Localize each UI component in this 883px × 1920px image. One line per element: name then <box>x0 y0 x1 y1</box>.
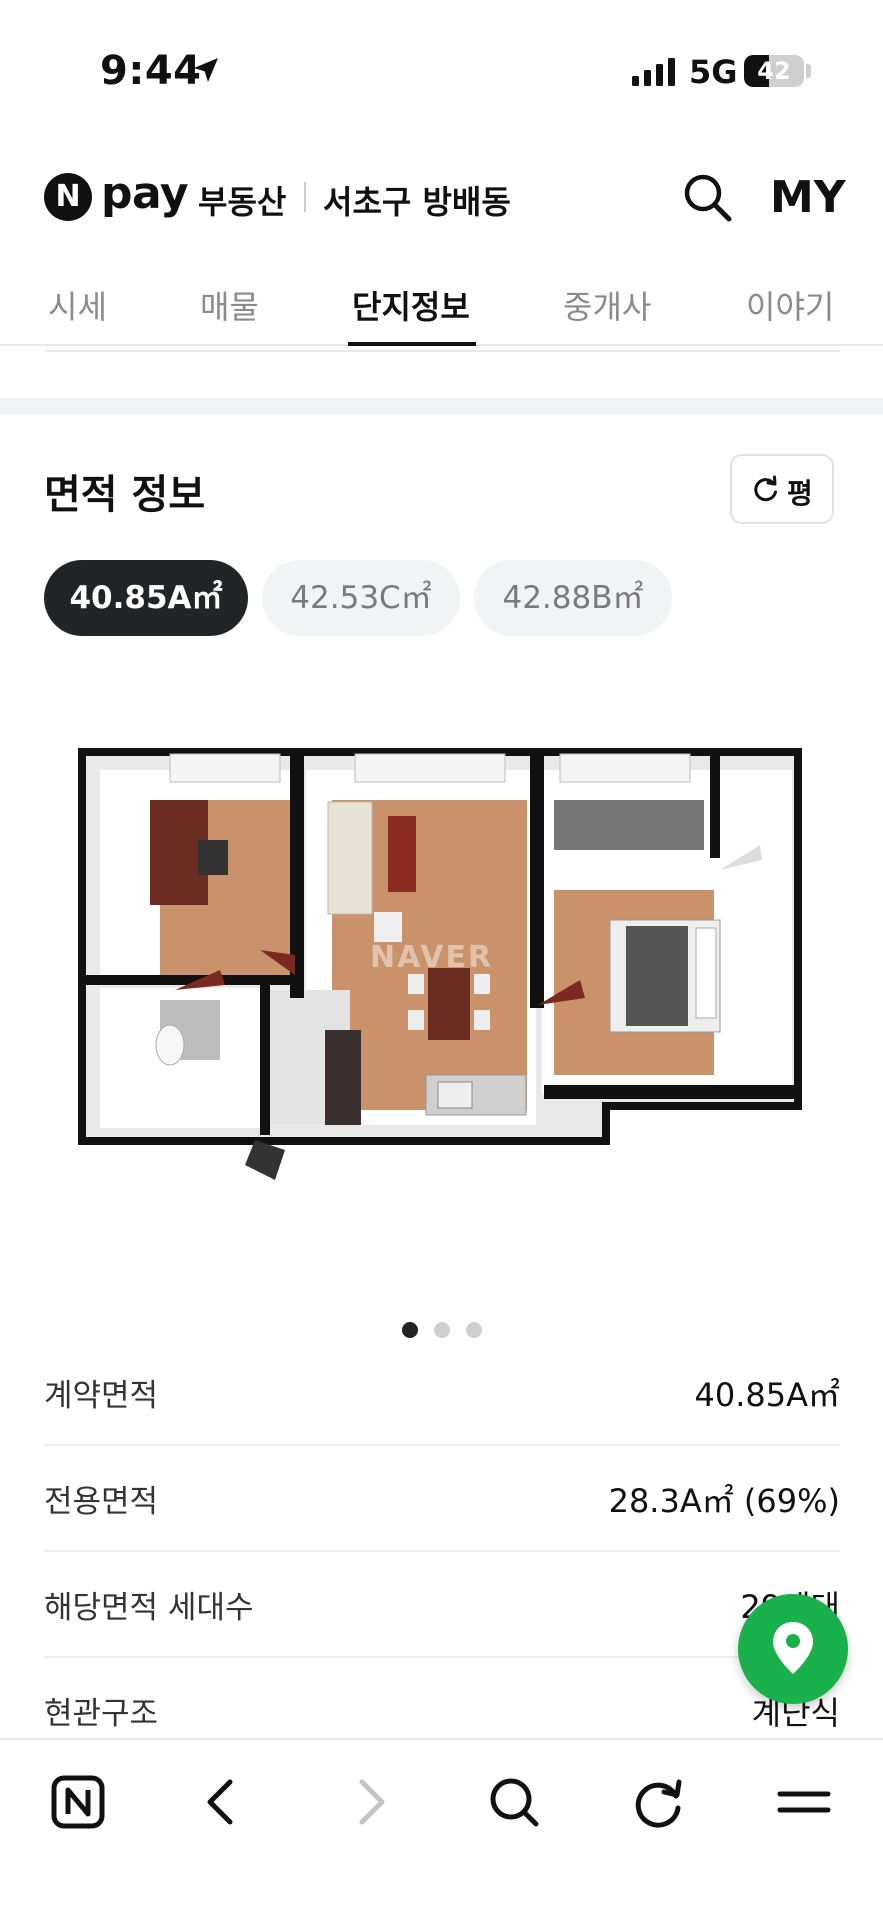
naver-home-icon[interactable] <box>46 1770 110 1834</box>
divider <box>44 350 840 352</box>
status-time: 9:44 <box>100 48 202 94</box>
browser-toolbar <box>0 1738 883 1920</box>
map-pin-icon <box>773 1622 813 1674</box>
area-chip-40-85a[interactable]: 40.85A㎡ <box>44 560 248 636</box>
battery-level: 42 <box>757 57 791 85</box>
battery-cap <box>806 64 811 78</box>
tab-price[interactable]: 시세 <box>48 282 107 328</box>
location-arrow-icon <box>194 58 218 82</box>
unit-label: 평 <box>787 477 813 510</box>
service-name[interactable]: 부동산 <box>198 177 286 223</box>
info-label: 현관구조 <box>44 1696 159 1732</box>
tab-stories[interactable]: 이야기 <box>746 282 834 328</box>
network-type: 5G <box>689 53 738 91</box>
cellular-signal-icon <box>632 58 675 86</box>
info-value: 40.85A㎡ <box>694 1376 840 1414</box>
section-separator <box>0 398 883 414</box>
search-icon[interactable] <box>680 170 734 224</box>
carousel-indicator <box>400 1322 490 1342</box>
carousel-dot-3[interactable] <box>466 1322 482 1338</box>
menu-icon[interactable] <box>772 1770 836 1834</box>
battery-icon: 42 <box>744 55 804 87</box>
unit-toggle-button[interactable]: 평 <box>730 454 834 524</box>
tab-listings[interactable]: 매물 <box>200 282 259 328</box>
my-button[interactable]: MY <box>770 172 846 223</box>
tab-active-indicator <box>348 342 476 346</box>
floorplan-watermark: NAVER <box>370 940 494 975</box>
reload-icon[interactable] <box>626 1770 690 1834</box>
tab-bar: 시세 매물 단지정보 중개사 이야기 <box>0 268 883 346</box>
refresh-icon <box>754 475 777 502</box>
app-header: N pay 부동산 서초구 방배동 MY <box>0 160 883 232</box>
header-divider <box>304 182 306 212</box>
carousel-dot-1[interactable] <box>402 1322 418 1338</box>
section-title: 면적 정보 <box>44 472 206 518</box>
map-button[interactable] <box>738 1594 848 1704</box>
carousel-dot-2[interactable] <box>434 1322 450 1338</box>
naver-pay-logo[interactable]: N <box>44 173 92 221</box>
info-row-exclusive-area: 전용면적 28.3A㎡ (69%) <box>44 1446 840 1552</box>
area-chip-42-88b[interactable]: 42.88B㎡ <box>474 560 672 636</box>
tab-complex-info[interactable]: 단지정보 <box>352 282 470 328</box>
search-icon[interactable] <box>482 1770 546 1834</box>
info-label: 전용면적 <box>44 1484 159 1520</box>
status-bar: 9:44 5G 42 <box>0 0 883 140</box>
region-name[interactable]: 서초구 방배동 <box>323 177 511 223</box>
info-row-contract-area: 계약면적 40.85A㎡ <box>44 1340 840 1446</box>
tab-agents[interactable]: 중개사 <box>563 282 651 328</box>
info-value: 28.3A㎡ (69%) <box>608 1482 840 1520</box>
info-row-household-count: 해당면적 세대수 29세대 <box>44 1552 840 1658</box>
info-label: 계약면적 <box>44 1378 159 1414</box>
brand-text: pay <box>101 168 189 219</box>
back-arrow-icon[interactable] <box>190 1770 254 1834</box>
info-label: 해당면적 세대수 <box>44 1590 254 1626</box>
area-chip-42-53c[interactable]: 42.53C㎡ <box>262 560 460 636</box>
forward-arrow-icon[interactable] <box>338 1770 402 1834</box>
